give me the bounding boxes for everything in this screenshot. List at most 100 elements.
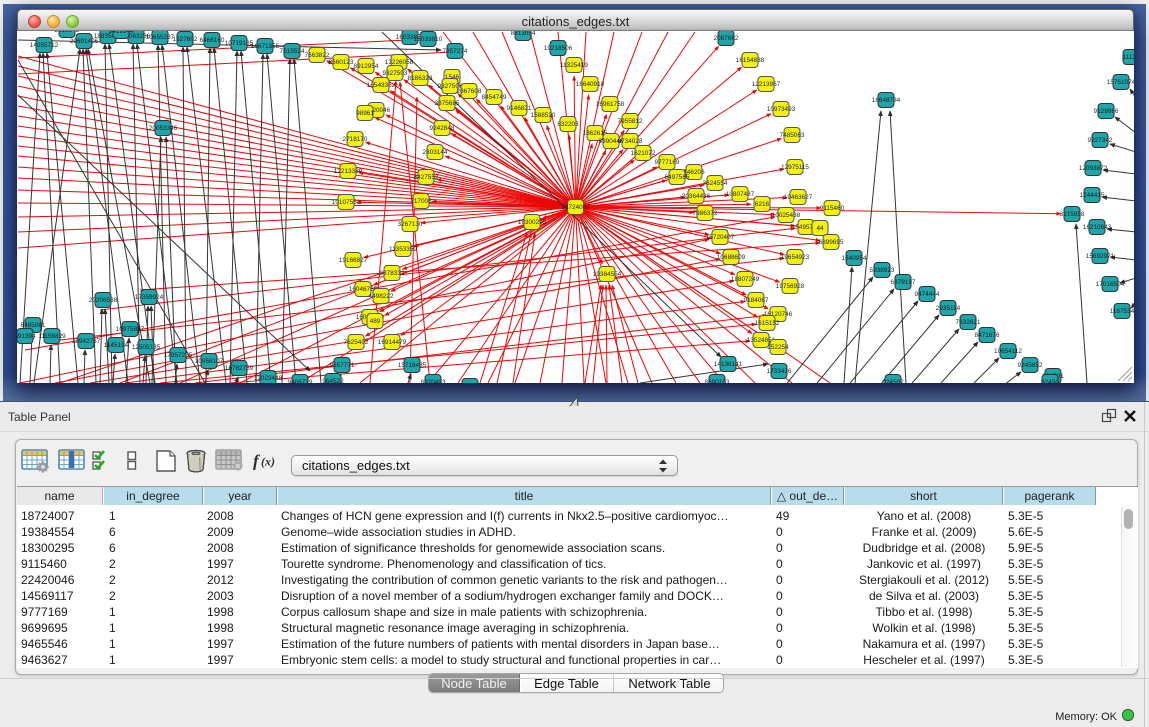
svg-text:4498222: 4498222 (369, 293, 394, 300)
svg-text:252254: 252254 (767, 344, 789, 351)
svg-text:17957255: 17957255 (164, 352, 193, 359)
svg-text:92450: 92450 (1041, 379, 1059, 383)
svg-text:6879197: 6879197 (891, 279, 916, 286)
svg-text:16033810: 16033810 (414, 36, 443, 43)
svg-text:12093872: 12093872 (1079, 165, 1108, 172)
svg-text:1640954: 1640954 (842, 255, 867, 262)
svg-text:9184067: 9184067 (744, 297, 769, 304)
svg-text:10025438: 10025438 (772, 212, 801, 219)
svg-text:7515524: 7515524 (280, 48, 305, 55)
svg-text:14055712: 14055712 (30, 42, 59, 49)
svg-text:16640910: 16640910 (576, 81, 605, 88)
svg-text:18300295: 18300295 (518, 219, 547, 226)
svg-text:832203: 832203 (557, 121, 579, 128)
svg-text:10107553: 10107553 (332, 199, 361, 206)
svg-text:1145194: 1145194 (104, 342, 129, 349)
svg-text:19654923: 19654923 (781, 254, 810, 261)
svg-text:16961758: 16961758 (596, 101, 625, 108)
svg-text:19384554: 19384554 (593, 271, 622, 278)
svg-text:7663822: 7663822 (305, 52, 330, 59)
svg-text:924502: 924502 (882, 379, 904, 383)
svg-text:964522: 964522 (322, 378, 344, 383)
svg-text:8660123: 8660123 (329, 59, 354, 66)
svg-text:(x): (x) (261, 455, 275, 469)
svg-text:10973493: 10973493 (767, 106, 796, 113)
svg-text:1588520: 1588520 (531, 112, 556, 119)
svg-text:8813054: 8813054 (511, 31, 536, 37)
svg-text:2803144: 2803144 (423, 149, 448, 156)
svg-text:11353359: 11353359 (389, 246, 417, 253)
svg-text:7857274: 7857274 (443, 48, 468, 55)
svg-text:3875685: 3875685 (435, 100, 460, 107)
svg-text:10654112: 10654112 (994, 348, 1022, 355)
svg-text:9242848: 9242848 (430, 125, 455, 132)
svg-text:11156829: 11156829 (38, 333, 66, 340)
svg-text:391394: 391394 (17, 333, 36, 340)
svg-text:7625402: 7625402 (344, 339, 369, 346)
svg-text:6216: 6216 (755, 201, 770, 208)
svg-text:9129966: 9129966 (1094, 108, 1119, 115)
svg-text:9474444: 9474444 (915, 291, 940, 298)
svg-text:2815942: 2815942 (55, 31, 80, 34)
svg-text:8471676: 8471676 (975, 332, 1000, 339)
svg-text:3267130: 3267130 (398, 221, 423, 228)
svg-text:15720407: 15720407 (706, 234, 735, 241)
svg-text:9245652: 9245652 (1018, 362, 1043, 369)
svg-text:18724007: 18724007 (561, 204, 590, 211)
svg-text:5938923: 5938923 (870, 267, 895, 274)
svg-text:3624554: 3624554 (703, 180, 728, 187)
svg-text:16914479: 16914479 (378, 339, 407, 346)
svg-text:1615152: 1615152 (755, 320, 780, 327)
svg-text:1621072: 1621072 (631, 150, 656, 157)
svg-text:9406779: 9406779 (288, 379, 313, 383)
svg-text:20364436: 20364436 (682, 193, 711, 200)
svg-text:1527602: 1527602 (173, 36, 198, 43)
svg-text:10958107: 10958107 (195, 358, 224, 365)
svg-text:1167534: 1167534 (1110, 308, 1134, 315)
svg-text:11325419: 11325419 (560, 62, 588, 69)
svg-text:717006: 717006 (410, 198, 432, 205)
svg-text:8454749: 8454749 (482, 94, 507, 101)
svg-text:2087682: 2087682 (714, 35, 739, 42)
svg-text:12975115: 12975115 (781, 164, 809, 171)
svg-text:44: 44 (816, 225, 824, 232)
svg-text:6466160: 6466160 (200, 37, 225, 44)
svg-text:9777169: 9777169 (655, 159, 680, 166)
svg-text:9419344: 9419344 (109, 31, 134, 35)
svg-text:16782759: 16782759 (225, 365, 254, 372)
svg-text:15716485: 15716485 (398, 362, 427, 369)
svg-text:6899695: 6899695 (819, 239, 844, 246)
svg-text:9327503: 9327503 (383, 70, 408, 77)
svg-text:98961: 98961 (356, 110, 374, 117)
svg-text:16648784: 16648784 (872, 97, 901, 104)
svg-text:12505135: 12505135 (132, 344, 161, 351)
svg-text:12023448: 12023448 (254, 375, 283, 382)
svg-text:2718170: 2718170 (343, 136, 368, 143)
svg-text:16154838: 16154838 (736, 57, 765, 64)
svg-text:8920493: 8920493 (421, 379, 446, 383)
svg-text:f: f (253, 452, 261, 471)
svg-text:7485063: 7485063 (780, 132, 805, 139)
svg-text:10688609: 10688609 (717, 254, 746, 261)
svg-text:14136141: 14136141 (714, 361, 743, 368)
svg-text:16671355: 16671355 (251, 43, 280, 50)
svg-text:6497565: 6497565 (665, 174, 690, 181)
svg-text:18807249: 18807249 (731, 276, 760, 283)
svg-text:10975887: 10975887 (116, 326, 145, 333)
svg-text:19166827: 19166827 (339, 257, 368, 264)
svg-text:10719185: 10719185 (225, 40, 254, 47)
svg-text:1244415: 1244415 (1080, 192, 1105, 199)
svg-text:9227342: 9227342 (1088, 137, 1113, 144)
svg-text:1733426: 1733426 (767, 368, 792, 375)
svg-text:19463627: 19463627 (784, 194, 813, 201)
svg-text:16543362: 16543362 (367, 82, 396, 89)
svg-text:9657771: 9657771 (330, 362, 355, 369)
svg-text:15751074: 15751074 (1107, 79, 1134, 86)
svg-text:15692971: 15692971 (1086, 253, 1115, 260)
svg-text:6734028: 6734028 (618, 138, 643, 145)
svg-text:7986372: 7986372 (693, 210, 718, 217)
svg-text:10807487: 10807487 (726, 191, 755, 198)
svg-text:12942737: 12942737 (72, 338, 101, 345)
svg-text:7632621: 7632621 (956, 319, 981, 326)
svg-text:11123: 11123 (1123, 54, 1134, 61)
